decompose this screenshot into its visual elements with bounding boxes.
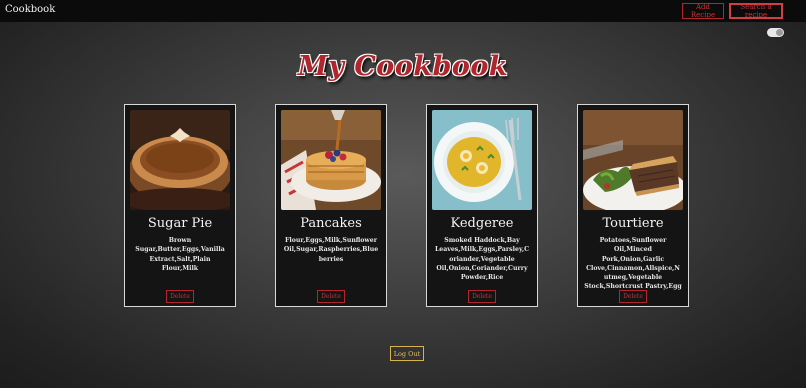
toggle-knob	[776, 29, 783, 36]
top-navbar: Cookbook Add Recipe Search a recipe	[0, 0, 806, 22]
pancakes-photo-icon	[281, 110, 381, 210]
recipe-card: Pancakes Flour,Eggs,Milk,Sunflower Oil,S…	[275, 104, 387, 307]
logout-button[interactable]: Log Out	[390, 346, 424, 361]
recipe-title: Pancakes	[300, 216, 362, 231]
recipe-title: Sugar Pie	[147, 216, 213, 231]
recipe-ingredients: Brown Sugar,Butter,Eggs,Vanilla Extract,…	[135, 237, 225, 272]
recipe-ingredients: Flour,Eggs,Milk,Sunflower Oil,Sugar,Rasp…	[283, 237, 379, 263]
kedgeree-photo-icon	[432, 110, 532, 210]
theme-toggle[interactable]	[767, 28, 784, 37]
recipe-title: Tourtiere	[602, 216, 664, 231]
delete-button[interactable]: Delete	[166, 290, 194, 303]
delete-button[interactable]: Delete	[619, 290, 647, 303]
recipe-ingredients: Smoked Haddock,Bay Leaves,Milk,Eggs,Pars…	[434, 237, 530, 282]
recipe-card: Kedgeree Smoked Haddock,Bay Leaves,Milk,…	[426, 104, 538, 307]
recipe-ingredients: Potatoes,Sunflower Oil,Minced Pork,Onion…	[584, 237, 682, 291]
recipe-card: Sugar Pie Brown Sugar,Butter,Eggs,Vanill…	[124, 104, 236, 307]
recipe-card: Tourtiere Potatoes,Sunflower Oil,Minced …	[577, 104, 689, 307]
delete-button[interactable]: Delete	[468, 290, 496, 303]
delete-button[interactable]: Delete	[317, 290, 345, 303]
recipe-title: Kedgeree	[450, 216, 514, 231]
brand-link[interactable]: Cookbook	[5, 4, 55, 15]
page-title: My Cookbook	[297, 51, 509, 82]
pie-photo-icon	[130, 110, 230, 210]
add-recipe-button[interactable]: Add Recipe	[682, 3, 724, 19]
search-recipe-button[interactable]: Search a recipe	[729, 3, 783, 19]
meat-pie-photo-icon	[583, 110, 683, 210]
